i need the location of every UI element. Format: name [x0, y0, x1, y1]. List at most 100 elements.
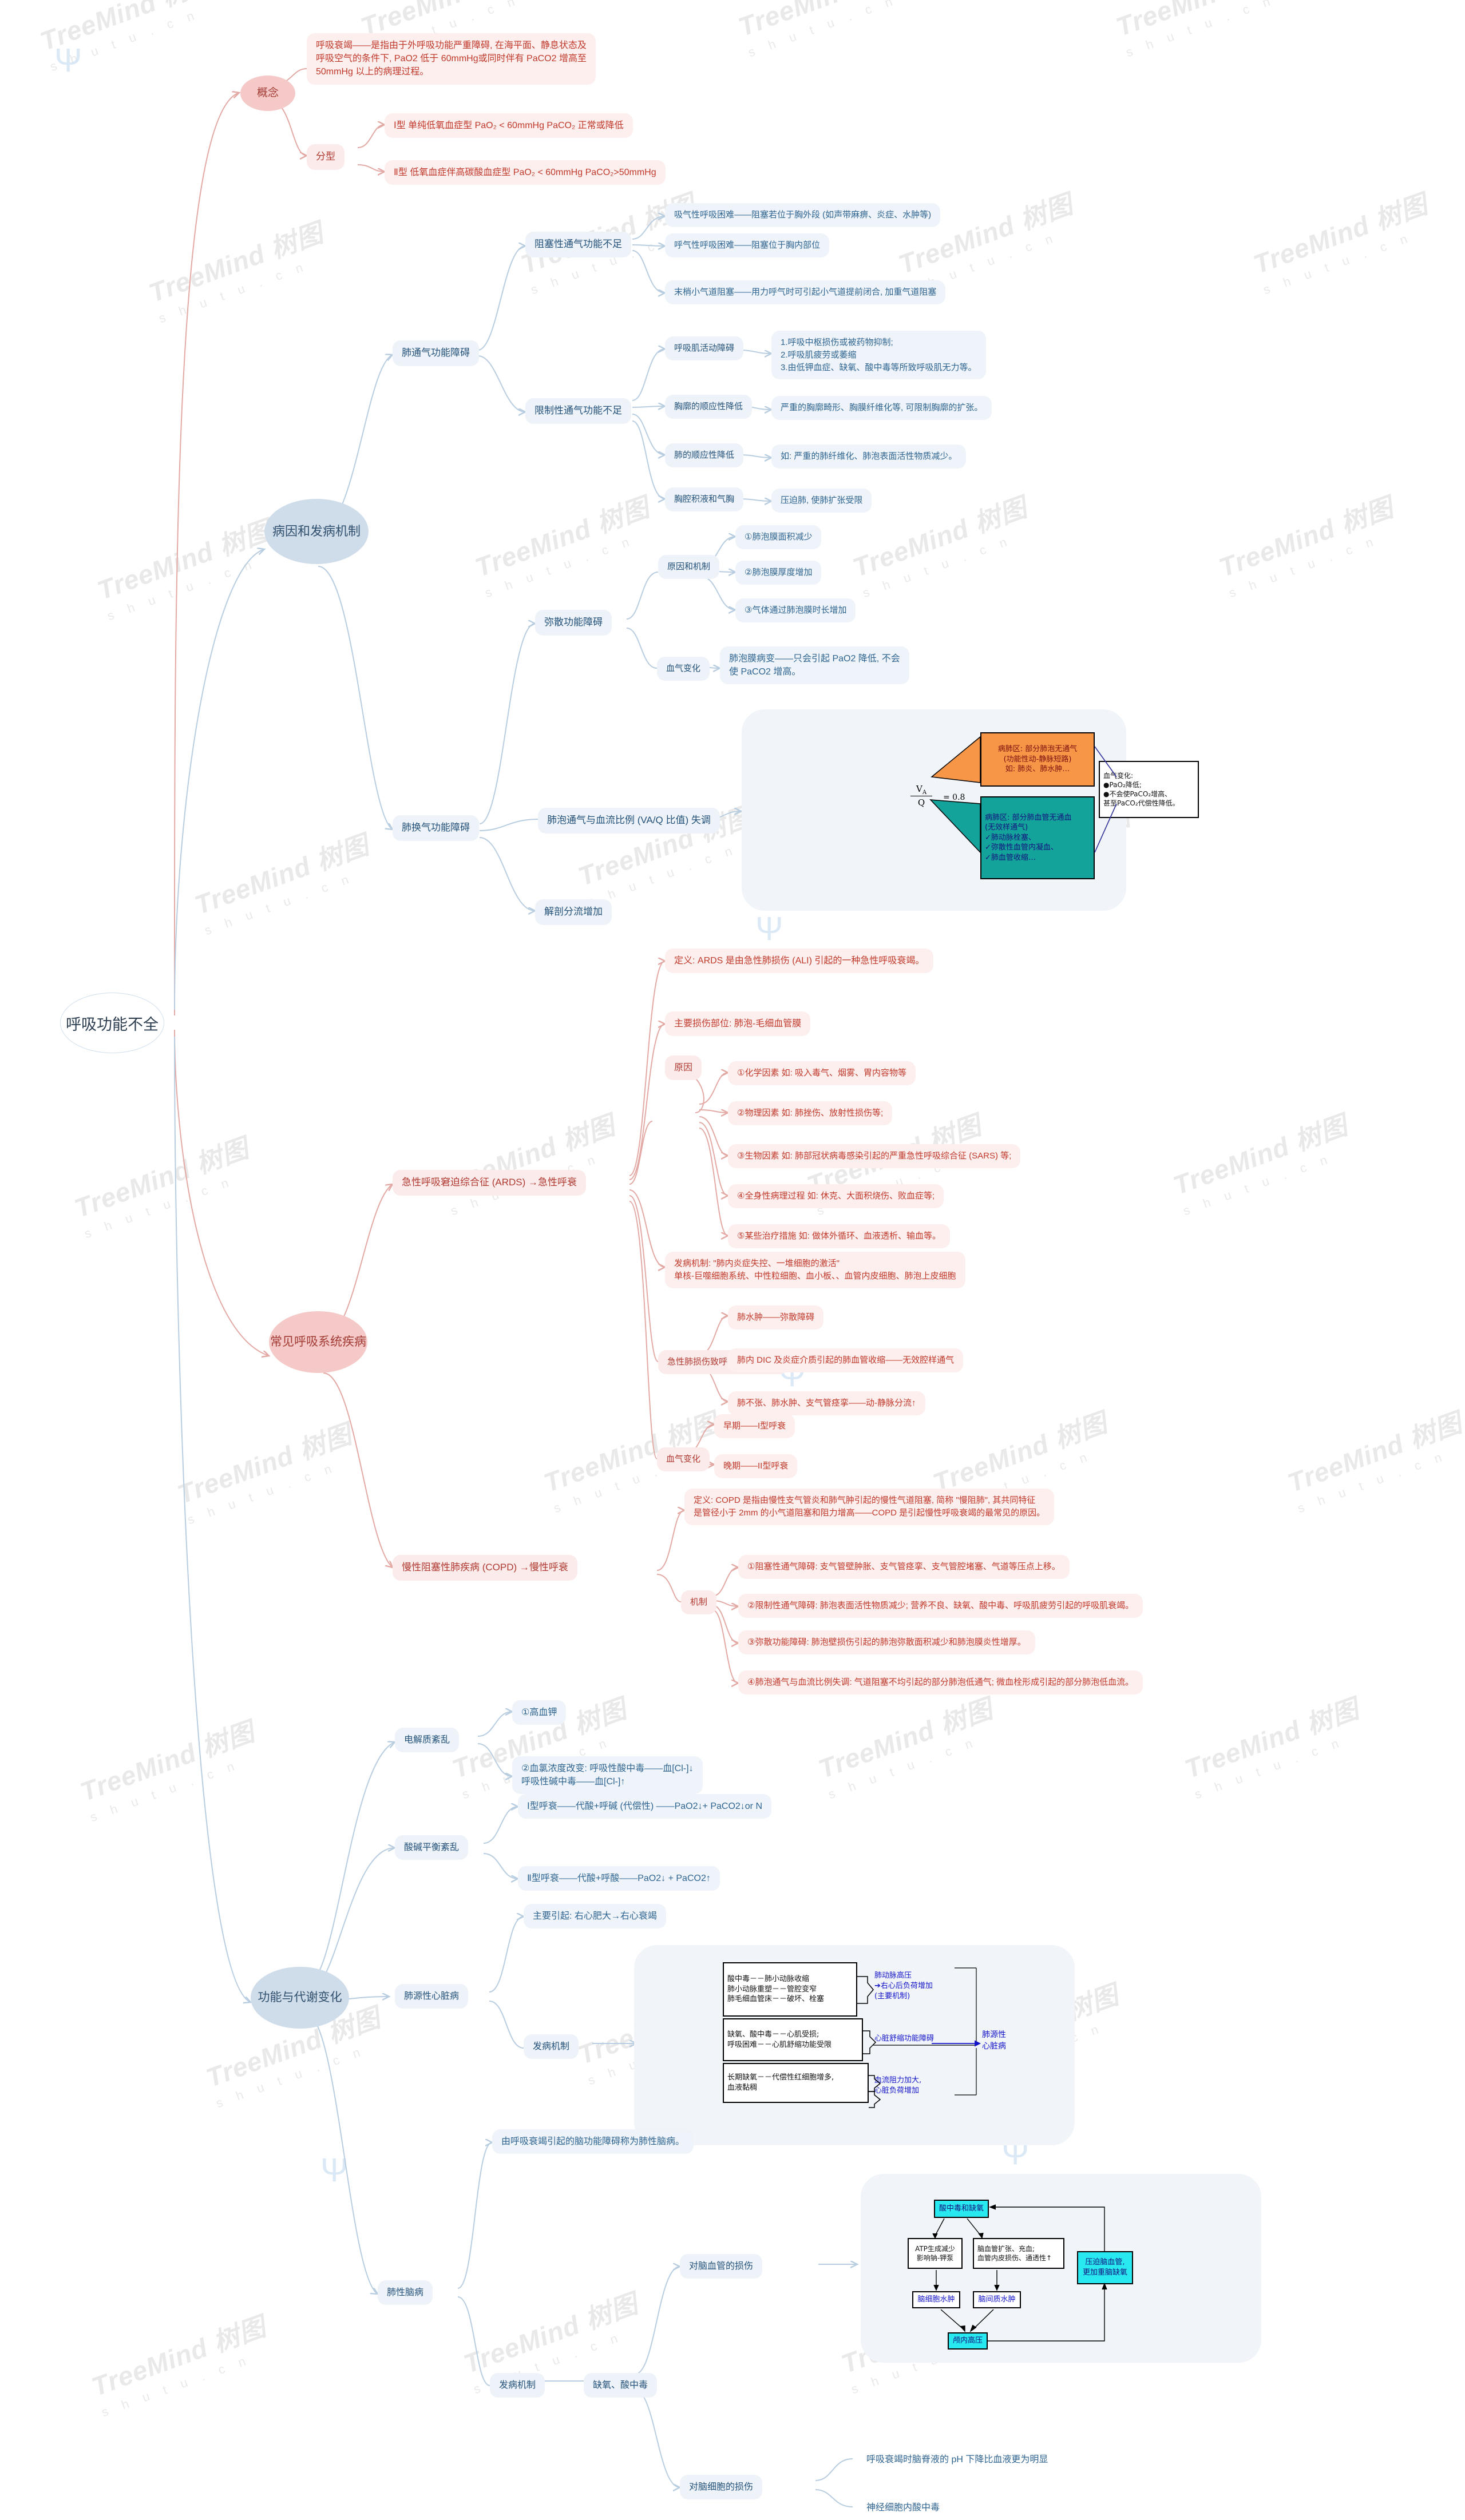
- branch-changjian-label: 常见呼吸系统疾病: [270, 1335, 366, 1349]
- node-xiongkuo-detail[interactable]: 严重的胸廓畸形、胸膜纤维化等, 可限制胸廓的扩张。: [771, 396, 992, 420]
- node-ards[interactable]: 急性呼吸窘迫综合征 (ARDS) →急性呼衰: [393, 1170, 586, 1196]
- node-suanjian[interactable]: 酸碱平衡紊乱: [395, 1835, 469, 1860]
- node-ards-yuanyin-item[interactable]: ⑤某些治疗措施 如: 做体外循环、血液透析、输血等。: [728, 1224, 950, 1248]
- xianzhi-label: 限制性通气功能不足: [525, 398, 631, 424]
- feixin-fabing-label: 发病机制: [524, 2034, 579, 2059]
- watermark-line1: TreeMind 树图: [849, 492, 1031, 583]
- node-feishunying-detail[interactable]: 如: 严重的肺纤维化、肺泡表面活性物质减少。: [771, 445, 967, 469]
- node-feixingnaobing-quexiao[interactable]: 缺氧、酸中毒: [584, 2373, 658, 2398]
- node-feixingnaobing[interactable]: 肺性脑病: [378, 2280, 433, 2305]
- node-suanjian-item[interactable]: Ⅰ型呼衰——代酸+呼碱 (代偿性) ——PaO2↓+ PaCO2↓or N: [518, 1794, 772, 1819]
- node-copd[interactable]: 慢性阻塞性肺疾病 (COPD) →慢性呼衰: [393, 1555, 577, 1581]
- node-ards-definition[interactable]: 定义: ARDS 是由急性肺损伤 (ALI) 引起的一种急性呼吸衰竭。: [665, 949, 934, 974]
- branch-changjian[interactable]: 常见呼吸系统疾病: [269, 1311, 367, 1373]
- node-ards-yuanyin-item[interactable]: ①化学因素 如: 吸入毒气、烟雾、胃内容物等: [728, 1061, 916, 1085]
- node-misan-xueqi-detail[interactable]: 肺泡膜病变——只会引起 PaO2 降低, 不会 使 PaCO2 增高。: [720, 646, 909, 685]
- node-naoxibao-item[interactable]: 呼吸衰竭时脑脊液的 pH 下降比血液更为明显: [857, 2447, 1057, 2472]
- feixin-figure-arrows: [857, 1967, 981, 2108]
- watermark-line1: TreeMind 树图: [1181, 1693, 1363, 1784]
- node-ards-yuanyin-item[interactable]: ③生物因素 如: 肺部冠状病毒感染引起的严重急性呼吸综合征 (SARS) 等;: [728, 1144, 1021, 1168]
- node-feixingnaobing-definition[interactable]: 由呼吸衰竭引起的脑功能障碍称为肺性脑病。: [492, 2129, 694, 2154]
- watermark-line1: TreeMind 树图: [814, 1693, 997, 1784]
- node-feixin[interactable]: 肺源性心脏病: [395, 1984, 469, 2009]
- branch-gainian[interactable]: 概念: [240, 76, 295, 111]
- node-misan-yuanyin-item[interactable]: ③气体通过肺泡膜时长增加: [735, 598, 856, 622]
- watermark: TreeMind 树图 s h u t u . c n: [1167, 1105, 1358, 1219]
- node-ards-jizhi-item[interactable]: 肺水肿——弥散障碍: [728, 1305, 824, 1330]
- node-gainian-definition[interactable]: 呼吸衰竭——是指由于外呼吸功能严重障碍, 在海平面、静息状态及 呼吸空气的条件下…: [307, 33, 684, 85]
- node-vaq[interactable]: 肺泡通气与血流比例 (VA/Q 比值) 失调: [538, 808, 720, 834]
- misan-yuanyin-label: 原因和机制: [658, 555, 720, 579]
- dianjiezhi-item-0: ①高血钾: [512, 1700, 567, 1725]
- node-xiongqiang-detail[interactable]: 压迫肺, 使肺扩张受限: [771, 489, 872, 513]
- node-huxiji-detail[interactable]: 1.呼吸中枢损伤或被药物抑制; 2.呼吸肌疲劳或萎缩 3.由低钾血症、缺氧、酸中…: [771, 331, 986, 380]
- node-ards-fabing[interactable]: 发病机制: "肺内炎症失控、一堆细胞的激活" 单核-巨噬细胞系统、中性粒细胞、血…: [665, 1252, 965, 1288]
- node-zusai-item[interactable]: 吸气性呼吸困难——阻塞若位于胸外段 (如声带麻痹、炎症、水肿等): [665, 203, 941, 227]
- node-ards-xueqi[interactable]: 血气变化: [657, 1447, 710, 1471]
- node-copd-jizhi-item[interactable]: ④肺泡通气与血流比例失调: 气道阻塞不均引起的部分肺泡低通气; 微血栓形成引起的…: [738, 1670, 1143, 1694]
- watermark-line1: TreeMind 树图: [929, 1407, 1111, 1498]
- node-zusai-item[interactable]: 呼气性呼吸困难——阻塞位于胸内部位: [665, 233, 830, 257]
- node-ards-xueqi-item[interactable]: 晚期——II型呼衰: [714, 1454, 798, 1478]
- node-copd-jizhi-item[interactable]: ③弥散功能障碍: 肺泡壁损伤引起的肺泡弥散面积减少和肺泡膜炎性增厚。: [738, 1630, 1035, 1654]
- watermark: TreeMind 树图 s h u t u . c n: [469, 487, 660, 601]
- branch-gongneng[interactable]: 功能与代谢变化: [251, 1967, 349, 2029]
- ards-label: 急性呼吸窘迫综合征 (ARDS) →急性呼衰: [393, 1170, 586, 1196]
- ards-yuanyin-label: 原因: [665, 1055, 702, 1081]
- node-ards-jizhi-item[interactable]: 肺内 DIC 及炎症介质引起的肺血管收缩——无效腔样通气: [728, 1348, 964, 1372]
- node-type2[interactable]: Ⅱ型 低氧血症伴高碳酸血症型 PaO₂ < 60mmHg PaCO₂>50mmH…: [385, 160, 666, 185]
- node-ards-yuanyin-item[interactable]: ②物理因素 如: 肺挫伤、放射性损伤等;: [728, 1101, 893, 1125]
- node-copd-jizhi-item[interactable]: ②限制性通气障碍: 肺泡表面活性物质减少; 营养不良、缺氧、酸中毒、呼吸肌疲劳引…: [738, 1594, 1143, 1618]
- node-copd-jizhi-item[interactable]: ①阻塞性通气障碍: 支气管壁肿胀、支气管痉挛、支气管腔堵塞、气道等压点上移。: [738, 1555, 1070, 1579]
- node-misan-yuanyin[interactable]: 原因和机制: [658, 555, 720, 579]
- node-misan[interactable]: 弥散功能障碍: [535, 610, 612, 636]
- branch-bingyin[interactable]: 病因和发病机制: [264, 499, 369, 564]
- root-node[interactable]: 呼吸功能不全: [60, 993, 164, 1053]
- node-ards-site[interactable]: 主要损伤部位: 肺泡-毛细血管膜: [665, 1011, 811, 1037]
- node-ards-yuanyin-item[interactable]: ④全身性病理过程 如: 休克、大面积烧伤、败血症等;: [728, 1184, 944, 1208]
- node-misan-yuanyin-item[interactable]: ①肺泡膜面积减少: [735, 525, 822, 549]
- cactus-logo-icon: Ψ: [54, 42, 82, 79]
- node-misan-xueqi[interactable]: 血气变化: [657, 657, 710, 681]
- node-dianjiezhi-item[interactable]: ①高血钾: [512, 1700, 567, 1725]
- node-xianzhi[interactable]: 限制性通气功能不足: [525, 398, 631, 424]
- watermark: TreeMind 树图 s h u t u . c n: [847, 487, 1038, 601]
- node-fenxing[interactable]: 分型: [307, 144, 345, 170]
- node-ards-yuanyin[interactable]: 原因: [665, 1055, 702, 1081]
- misan-xueqi-detail-text: 肺泡膜病变——只会引起 PaO2 降低, 不会 使 PaCO2 增高。: [720, 646, 909, 685]
- node-copd-jizhi[interactable]: 机制: [681, 1590, 717, 1614]
- watermark: TreeMind 树图 s h u t u . c n: [1213, 487, 1404, 601]
- node-dianjiezhi[interactable]: 电解质紊乱: [395, 1728, 460, 1753]
- node-feishunying[interactable]: 肺的顺应性降低: [665, 443, 744, 467]
- node-ards-xueqi-item[interactable]: 早期——I型呼衰: [714, 1414, 795, 1438]
- node-feitongqi[interactable]: 肺通气功能障碍: [393, 340, 479, 366]
- xiongkuo-label: 胸廓的顺应性降低: [665, 395, 753, 419]
- node-naoxibao-item[interactable]: 神经细胞内酸中毒: [857, 2495, 949, 2520]
- node-naoxibao[interactable]: 对脑细胞的损伤: [680, 2475, 763, 2500]
- node-feihuanqi[interactable]: 肺换气功能障碍: [393, 815, 479, 841]
- watermark-line2: s h u t u . c n: [213, 2043, 367, 2111]
- naobing-figure: 酸中毒和缺氧 ATP生成减少 影响钠-钾泵 脑血管扩张、充血; 血管内皮损伤、通…: [861, 2174, 1261, 2363]
- node-feixingnaobing-fabing[interactable]: 发病机制: [490, 2373, 545, 2398]
- node-huxiji[interactable]: 呼吸肌活动障碍: [665, 336, 744, 360]
- watermark: TreeMind 树图 s h u t u . c n: [435, 1105, 625, 1219]
- node-suanjian-item[interactable]: Ⅱ型呼衰——代酸+呼酸——PaO2↓ + PaCO2↑: [518, 1866, 720, 1891]
- node-zusai-item[interactable]: 末梢小气道阻塞——用力呼气时可引起小气道提前闭合, 加重气道阻塞: [665, 280, 946, 304]
- node-type1[interactable]: Ⅰ型 单纯低氧血症型 PaO₂ < 60mmHg PaCO₂ 正常或降低: [385, 113, 633, 138]
- node-misan-yuanyin-item[interactable]: ②肺泡膜厚度增加: [735, 561, 822, 585]
- node-copd-definition[interactable]: 定义: COPD 是指由慢性支气管炎和肺气肿引起的慢性气道阻塞, 简称 "慢阻肺…: [684, 1489, 1055, 1525]
- node-ards-jizhi-item[interactable]: 肺不张、肺水肿、支气管痉挛——动-静脉分流↑: [728, 1391, 925, 1415]
- node-feixin-zhuyao[interactable]: 主要引起: 右心肥大→右心衰竭: [524, 1904, 666, 1929]
- ards-xueqi-item-1: 晚期——II型呼衰: [714, 1454, 798, 1478]
- node-xiongkuo[interactable]: 胸廓的顺应性降低: [665, 395, 753, 419]
- node-feixin-fabing[interactable]: 发病机制: [524, 2034, 579, 2059]
- node-zusai[interactable]: 阻塞性通气功能不足: [525, 232, 631, 257]
- node-jiepou[interactable]: 解剖分流增加: [535, 899, 612, 925]
- node-xiongqiang[interactable]: 胸腔积液和气胸: [665, 487, 744, 511]
- suanjian-item-1: Ⅱ型呼衰——代酸+呼酸——PaO2↓ + PaCO2↑: [518, 1866, 720, 1891]
- watermark-line1: TreeMind 树图: [1215, 492, 1397, 583]
- node-naoxueguan[interactable]: 对脑血管的损伤: [680, 2254, 763, 2279]
- node-dianjiezhi-item[interactable]: ②血氯浓度改变: 呼吸性酸中毒——血[Cl-]↓ 呼吸性碱中毒——血[Cl-]↑: [512, 1756, 703, 1795]
- naoxibao-item-1: 神经细胞内酸中毒: [866, 2503, 940, 2513]
- watermark-line2: s h u t u . c n: [585, 842, 739, 910]
